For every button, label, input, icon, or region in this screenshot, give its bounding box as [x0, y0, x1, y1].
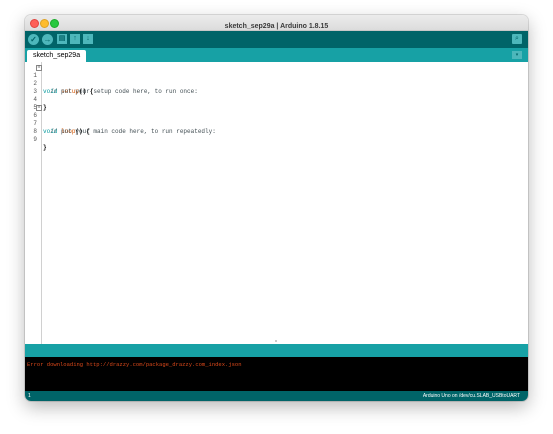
status-bar: 1 Arduino Uno on /dev/cu.SLAB_USBtoUART: [25, 391, 528, 401]
arduino-ide-window: sketch_sep29a | Arduino 1.8.15 ✓ → ▤ ↑ ↓…: [25, 15, 528, 401]
code-editor[interactable]: 1 ⊟ void setup() { 2 // put your setup c…: [25, 62, 528, 344]
code-line: 8: [25, 120, 528, 135]
fold-toggle-icon[interactable]: ⊟: [36, 105, 42, 111]
fold-toggle-icon[interactable]: ⊟: [36, 65, 42, 71]
code-line: 9 }: [25, 128, 528, 151]
console-panel: Error downloading http://drazzy.com/pack…: [25, 357, 528, 391]
line-number-status: 1: [28, 393, 31, 399]
serial-monitor-button[interactable]: ⌕: [512, 34, 522, 44]
board-port-status: Arduino Uno on /dev/cu.SLAB_USBtoUART: [422, 393, 520, 399]
upload-button[interactable]: →: [42, 34, 53, 45]
closing-brace: }: [43, 144, 47, 151]
new-sketch-button[interactable]: ▤: [57, 34, 67, 44]
save-sketch-button[interactable]: ↓: [83, 34, 93, 44]
resize-handle[interactable]: [275, 340, 277, 342]
console-error-message: Error downloading http://drazzy.com/pack…: [27, 361, 242, 368]
code-line: 6 ⊟ void loop() {: [25, 104, 528, 135]
chevron-down-icon: ▾: [515, 52, 519, 58]
arrow-right-icon: →: [43, 35, 52, 44]
close-window-button[interactable]: [30, 19, 39, 28]
toolbar: ✓ → ▤ ↑ ↓ ⌕: [25, 31, 528, 48]
code-line: 4 }: [25, 88, 528, 111]
arrow-up-icon: ↑: [73, 35, 77, 42]
tab-sketch[interactable]: sketch_sep29a: [27, 50, 87, 62]
verify-button[interactable]: ✓: [28, 34, 39, 45]
title-bar: sketch_sep29a | Arduino 1.8.15: [25, 15, 528, 31]
magnifier-icon: ⌕: [515, 35, 519, 42]
tab-menu-button[interactable]: ▾: [512, 51, 522, 59]
code-line: 2 // put your setup code here, to run on…: [25, 72, 528, 95]
code-line: 7 // put your main code here, to run rep…: [25, 112, 528, 135]
minimize-window-button[interactable]: [40, 19, 49, 28]
checkmark-icon: ✓: [30, 35, 37, 44]
arrow-down-icon: ↓: [86, 35, 90, 42]
window-title: sketch_sep29a | Arduino 1.8.15: [224, 23, 329, 30]
zoom-window-button[interactable]: [50, 19, 59, 28]
open-sketch-button[interactable]: ↑: [70, 34, 80, 44]
line-number: 9: [33, 136, 37, 143]
code-line: 1 ⊟ void setup() {: [25, 64, 528, 95]
code-line: 3: [25, 80, 528, 95]
editor-console-divider[interactable]: [25, 344, 528, 357]
tab-bar: sketch_sep29a ▾: [25, 48, 528, 62]
new-file-icon: ▤: [58, 35, 66, 42]
code-line: 5: [25, 96, 528, 111]
